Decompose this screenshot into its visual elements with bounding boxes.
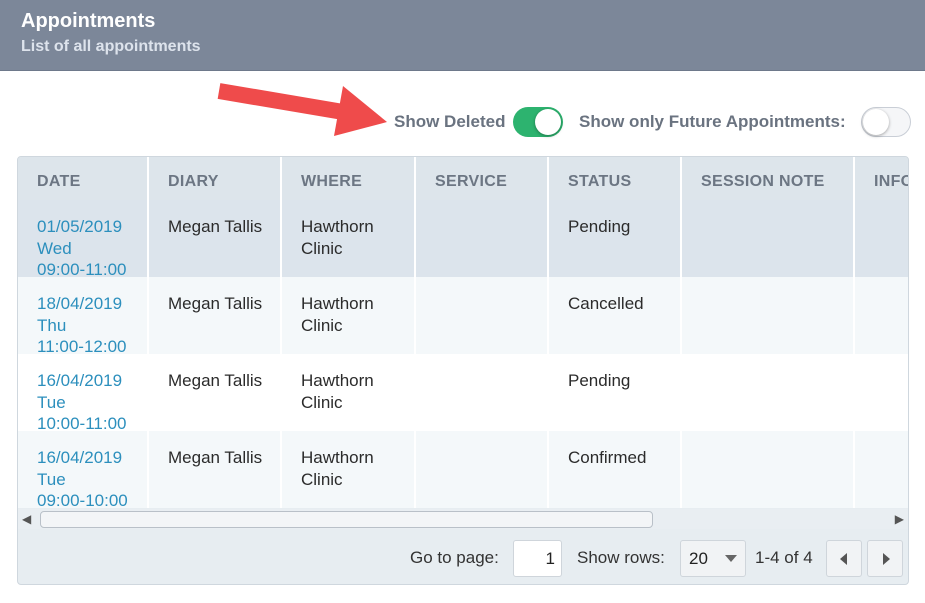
page-number-input[interactable]: 1 [513, 540, 562, 577]
scrollbar-thumb[interactable] [40, 511, 653, 528]
date-cell[interactable]: 18/04/2019 Thu 11:00-12:00 [18, 277, 149, 354]
date-text[interactable]: 01/05/2019 [37, 216, 147, 238]
where-line: Hawthorn [301, 371, 374, 390]
time-text[interactable]: 11:00-12:00 [37, 336, 147, 354]
service-cell [416, 277, 549, 354]
horizontal-scrollbar[interactable]: ◀ ▶ [18, 509, 908, 529]
page-header: Appointments List of all appointments [0, 0, 925, 71]
table-header: DATE DIARY WHERE SERVICE STATUS SESSION … [18, 157, 908, 200]
date-cell[interactable]: 01/05/2019 Wed 09:00-11:00 [18, 200, 149, 277]
where-line: Clinic [301, 469, 343, 489]
table-row[interactable]: 16/04/2019 Tue 10:00-11:00 Megan Tallis … [18, 354, 908, 431]
service-cell [416, 354, 549, 431]
appointments-grid: DATE DIARY WHERE SERVICE STATUS SESSION … [17, 156, 909, 585]
pagination-bar: Go to page: 1 Show rows: 20 1-4 of 4 [18, 529, 908, 584]
info-cell [855, 431, 908, 508]
date-cell[interactable]: 16/04/2019 Tue 09:00-10:00 [18, 431, 149, 508]
page-range-text: 1-4 of 4 [755, 548, 813, 567]
time-text[interactable]: 09:00-11:00 [37, 259, 147, 277]
table-row[interactable]: 16/04/2019 Tue 09:00-10:00 Megan Tallis … [18, 431, 908, 508]
future-only-toggle[interactable] [861, 107, 911, 137]
date-text[interactable]: 16/04/2019 [37, 370, 147, 392]
date-text[interactable]: 16/04/2019 [37, 447, 147, 469]
column-header-info[interactable]: INFO [855, 157, 908, 200]
where-line: Hawthorn [301, 448, 374, 467]
where-line: Hawthorn [301, 217, 374, 236]
column-header-status[interactable]: STATUS [549, 157, 682, 200]
where-cell: Hawthorn Clinic [282, 277, 416, 354]
chevron-down-icon [725, 555, 737, 562]
chevron-right-icon [883, 553, 890, 565]
session-note-cell [682, 200, 855, 277]
show-rows-label: Show rows: [577, 548, 665, 567]
session-note-cell [682, 277, 855, 354]
where-line: Hawthorn [301, 294, 374, 313]
time-text[interactable]: 09:00-10:00 [37, 490, 147, 508]
future-only-label: Show only Future Appointments: [579, 112, 846, 131]
where-line: Clinic [301, 315, 343, 335]
next-page-button[interactable] [867, 540, 903, 577]
status-cell: Cancelled [549, 277, 682, 354]
column-header-session-note[interactable]: SESSION NOTE [682, 157, 855, 200]
column-header-diary[interactable]: DIARY [149, 157, 282, 200]
date-cell[interactable]: 16/04/2019 Tue 10:00-11:00 [18, 354, 149, 431]
column-header-where[interactable]: WHERE [282, 157, 416, 200]
diary-cell: Megan Tallis [149, 354, 282, 431]
table-row[interactable]: 18/04/2019 Thu 11:00-12:00 Megan Tallis … [18, 277, 908, 354]
toggle-knob [863, 109, 889, 135]
status-cell: Confirmed [549, 431, 682, 508]
table-row[interactable]: 01/05/2019 Wed 09:00-11:00 Megan Tallis … [18, 200, 908, 277]
go-to-page-label: Go to page: [410, 548, 499, 567]
where-line: Clinic [301, 238, 343, 258]
session-note-cell [682, 431, 855, 508]
status-cell: Pending [549, 354, 682, 431]
chevron-left-icon [840, 553, 847, 565]
diary-cell: Megan Tallis [149, 277, 282, 354]
day-text[interactable]: Wed [37, 238, 147, 260]
show-deleted-toggle[interactable] [513, 107, 563, 137]
diary-cell: Megan Tallis [149, 431, 282, 508]
where-cell: Hawthorn Clinic [282, 200, 416, 277]
scroll-right-icon[interactable]: ▶ [895, 512, 904, 526]
where-line: Clinic [301, 392, 343, 412]
page-title: Appointments [21, 10, 156, 32]
day-text[interactable]: Tue [37, 392, 147, 414]
previous-page-button[interactable] [826, 540, 862, 577]
session-note-cell [682, 354, 855, 431]
table-viewport: DATE DIARY WHERE SERVICE STATUS SESSION … [18, 157, 908, 509]
page-subtitle: List of all appointments [21, 38, 201, 55]
annotation-arrow-icon [217, 83, 387, 136]
info-cell [855, 200, 908, 277]
rows-per-page-select[interactable]: 20 [680, 540, 746, 577]
info-cell [855, 277, 908, 354]
show-deleted-label: Show Deleted [394, 112, 506, 131]
service-cell [416, 200, 549, 277]
time-text[interactable]: 10:00-11:00 [37, 413, 147, 431]
day-text[interactable]: Thu [37, 315, 147, 337]
date-text[interactable]: 18/04/2019 [37, 293, 147, 315]
day-text[interactable]: Tue [37, 469, 147, 491]
where-cell: Hawthorn Clinic [282, 431, 416, 508]
diary-cell: Megan Tallis [149, 200, 282, 277]
column-header-date[interactable]: DATE [18, 157, 149, 200]
toggle-knob [535, 109, 561, 135]
rows-per-page-value: 20 [689, 549, 708, 568]
where-cell: Hawthorn Clinic [282, 354, 416, 431]
info-cell [855, 354, 908, 431]
scroll-left-icon[interactable]: ◀ [22, 512, 31, 526]
table-body: 01/05/2019 Wed 09:00-11:00 Megan Tallis … [18, 200, 908, 508]
service-cell [416, 431, 549, 508]
column-header-service[interactable]: SERVICE [416, 157, 549, 200]
status-cell: Pending [549, 200, 682, 277]
